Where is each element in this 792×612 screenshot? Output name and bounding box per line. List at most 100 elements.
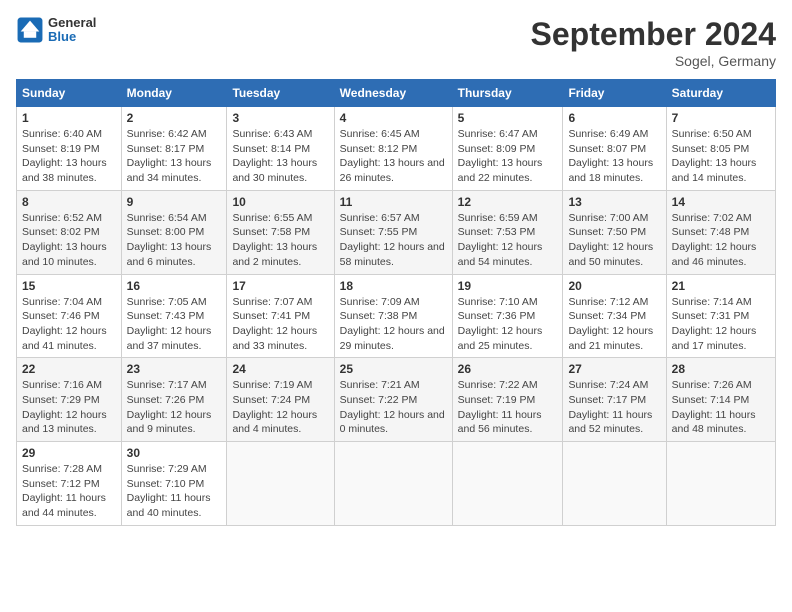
calendar-cell: 3 Sunrise: 6:43 AMSunset: 8:14 PMDaylight… <box>227 107 334 191</box>
day-detail: Sunrise: 7:12 AMSunset: 7:34 PMDaylight:… <box>568 295 660 354</box>
day-detail: Sunrise: 6:54 AMSunset: 8:00 PMDaylight:… <box>127 211 222 270</box>
calendar-cell: 9 Sunrise: 6:54 AMSunset: 8:00 PMDaylight… <box>121 190 227 274</box>
calendar-cell <box>563 442 666 526</box>
column-header-wednesday: Wednesday <box>334 80 452 107</box>
day-number: 3 <box>232 111 328 125</box>
calendar-cell: 6 Sunrise: 6:49 AMSunset: 8:07 PMDaylight… <box>563 107 666 191</box>
day-detail: Sunrise: 7:04 AMSunset: 7:46 PMDaylight:… <box>22 295 116 354</box>
calendar-cell: 23Sunrise: 7:17 AMSunset: 7:26 PMDayligh… <box>121 358 227 442</box>
calendar-cell: 25 Sunrise: 7:21 AMSunset: 7:22 PMDayligh… <box>334 358 452 442</box>
calendar-cell: 10 Sunrise: 6:55 AMSunset: 7:58 PMDayligh… <box>227 190 334 274</box>
day-detail: Sunrise: 7:10 AMSunset: 7:36 PMDaylight:… <box>458 295 558 354</box>
calendar-cell: 22 Sunrise: 7:16 AMSunset: 7:29 PMDayligh… <box>17 358 122 442</box>
calendar-week-row: 8 Sunrise: 6:52 AMSunset: 8:02 PMDaylight… <box>17 190 776 274</box>
day-number: 19 <box>458 279 558 293</box>
day-number: 22 <box>22 362 116 376</box>
day-number: 10 <box>232 195 328 209</box>
calendar-cell <box>227 442 334 526</box>
calendar-week-row: 22 Sunrise: 7:16 AMSunset: 7:29 PMDayligh… <box>17 358 776 442</box>
calendar-table: SundayMondayTuesdayWednesdayThursdayFrid… <box>16 79 776 526</box>
calendar-cell: 12 Sunrise: 6:59 AMSunset: 7:53 PMDayligh… <box>452 190 563 274</box>
calendar-cell: 15 Sunrise: 7:04 AMSunset: 7:46 PMDayligh… <box>17 274 122 358</box>
calendar-cell: 18 Sunrise: 7:09 AMSunset: 7:38 PMDayligh… <box>334 274 452 358</box>
day-number: 29 <box>22 446 116 460</box>
day-detail: Sunrise: 7:05 AMSunset: 7:43 PMDaylight:… <box>127 295 222 354</box>
calendar-cell: 13 Sunrise: 7:00 AMSunset: 7:50 PMDayligh… <box>563 190 666 274</box>
calendar-cell: 28Sunrise: 7:26 AMSunset: 7:14 PMDayligh… <box>666 358 775 442</box>
day-detail: Sunrise: 6:59 AMSunset: 7:53 PMDaylight:… <box>458 211 558 270</box>
day-detail: Sunrise: 7:21 AMSunset: 7:22 PMDaylight:… <box>340 378 447 437</box>
day-number: 15 <box>22 279 116 293</box>
calendar-cell: 24 Sunrise: 7:19 AMSunset: 7:24 PMDayligh… <box>227 358 334 442</box>
column-header-thursday: Thursday <box>452 80 563 107</box>
day-detail: Sunrise: 7:16 AMSunset: 7:29 PMDaylight:… <box>22 378 116 437</box>
day-detail: Sunrise: 6:52 AMSunset: 8:02 PMDaylight:… <box>22 211 116 270</box>
day-number: 6 <box>568 111 660 125</box>
calendar-cell <box>334 442 452 526</box>
day-number: 18 <box>340 279 447 293</box>
day-number: 2 <box>127 111 222 125</box>
day-detail: Sunrise: 6:42 AMSunset: 8:17 PMDaylight:… <box>127 127 222 186</box>
logo-general-text: General <box>48 16 96 30</box>
day-detail: Sunrise: 7:19 AMSunset: 7:24 PMDaylight:… <box>232 378 328 437</box>
logo: General Blue <box>16 16 96 45</box>
calendar-week-row: 15 Sunrise: 7:04 AMSunset: 7:46 PMDayligh… <box>17 274 776 358</box>
day-detail: Sunrise: 7:07 AMSunset: 7:41 PMDaylight:… <box>232 295 328 354</box>
day-number: 1 <box>22 111 116 125</box>
day-number: 12 <box>458 195 558 209</box>
calendar-cell: 11 Sunrise: 6:57 AMSunset: 7:55 PMDayligh… <box>334 190 452 274</box>
calendar-cell: 26 Sunrise: 7:22 AMSunset: 7:19 PMDayligh… <box>452 358 563 442</box>
column-header-monday: Monday <box>121 80 227 107</box>
day-detail: Sunrise: 7:17 AMSunset: 7:26 PMDaylight:… <box>127 378 222 437</box>
column-header-friday: Friday <box>563 80 666 107</box>
calendar-week-row: 1 Sunrise: 6:40 AMSunset: 8:19 PMDaylight… <box>17 107 776 191</box>
column-header-sunday: Sunday <box>17 80 122 107</box>
page-header: General Blue September 2024 Sogel, Germa… <box>16 16 776 69</box>
title-block: September 2024 Sogel, Germany <box>531 16 776 69</box>
day-detail: Sunrise: 7:26 AMSunset: 7:14 PMDaylight:… <box>672 378 770 437</box>
day-number: 24 <box>232 362 328 376</box>
day-detail: Sunrise: 6:49 AMSunset: 8:07 PMDaylight:… <box>568 127 660 186</box>
calendar-cell: 21 Sunrise: 7:14 AMSunset: 7:31 PMDayligh… <box>666 274 775 358</box>
day-number: 4 <box>340 111 447 125</box>
day-detail: Sunrise: 6:43 AMSunset: 8:14 PMDaylight:… <box>232 127 328 186</box>
day-number: 8 <box>22 195 116 209</box>
calendar-cell <box>666 442 775 526</box>
column-header-tuesday: Tuesday <box>227 80 334 107</box>
logo-blue-text: Blue <box>48 30 96 44</box>
calendar-cell: 29Sunrise: 7:28 AMSunset: 7:12 PMDayligh… <box>17 442 122 526</box>
day-detail: Sunrise: 6:45 AMSunset: 8:12 PMDaylight:… <box>340 127 447 186</box>
day-detail: Sunrise: 7:29 AMSunset: 7:10 PMDaylight:… <box>127 462 222 521</box>
day-number: 21 <box>672 279 770 293</box>
day-number: 20 <box>568 279 660 293</box>
day-number: 7 <box>672 111 770 125</box>
calendar-cell: 14Sunrise: 7:02 AMSunset: 7:48 PMDayligh… <box>666 190 775 274</box>
day-number: 5 <box>458 111 558 125</box>
day-detail: Sunrise: 7:22 AMSunset: 7:19 PMDaylight:… <box>458 378 558 437</box>
day-detail: Sunrise: 7:24 AMSunset: 7:17 PMDaylight:… <box>568 378 660 437</box>
day-detail: Sunrise: 6:40 AMSunset: 8:19 PMDaylight:… <box>22 127 116 186</box>
logo-icon <box>16 16 44 44</box>
calendar-cell: 19 Sunrise: 7:10 AMSunset: 7:36 PMDayligh… <box>452 274 563 358</box>
day-detail: Sunrise: 6:57 AMSunset: 7:55 PMDaylight:… <box>340 211 447 270</box>
calendar-cell: 1 Sunrise: 6:40 AMSunset: 8:19 PMDaylight… <box>17 107 122 191</box>
day-detail: Sunrise: 6:55 AMSunset: 7:58 PMDaylight:… <box>232 211 328 270</box>
day-number: 25 <box>340 362 447 376</box>
day-number: 13 <box>568 195 660 209</box>
calendar-cell: 5Sunrise: 6:47 AMSunset: 8:09 PMDaylight… <box>452 107 563 191</box>
calendar-cell <box>452 442 563 526</box>
day-detail: Sunrise: 7:14 AMSunset: 7:31 PMDaylight:… <box>672 295 770 354</box>
day-number: 26 <box>458 362 558 376</box>
calendar-cell: 4 Sunrise: 6:45 AMSunset: 8:12 PMDaylight… <box>334 107 452 191</box>
day-number: 16 <box>127 279 222 293</box>
day-number: 9 <box>127 195 222 209</box>
day-number: 11 <box>340 195 447 209</box>
day-detail: Sunrise: 7:00 AMSunset: 7:50 PMDaylight:… <box>568 211 660 270</box>
calendar-cell: 20 Sunrise: 7:12 AMSunset: 7:34 PMDayligh… <box>563 274 666 358</box>
day-detail: Sunrise: 7:09 AMSunset: 7:38 PMDaylight:… <box>340 295 447 354</box>
calendar-cell: 2 Sunrise: 6:42 AMSunset: 8:17 PMDaylight… <box>121 107 227 191</box>
column-header-saturday: Saturday <box>666 80 775 107</box>
day-detail: Sunrise: 7:02 AMSunset: 7:48 PMDaylight:… <box>672 211 770 270</box>
calendar-header-row: SundayMondayTuesdayWednesdayThursdayFrid… <box>17 80 776 107</box>
day-number: 30 <box>127 446 222 460</box>
